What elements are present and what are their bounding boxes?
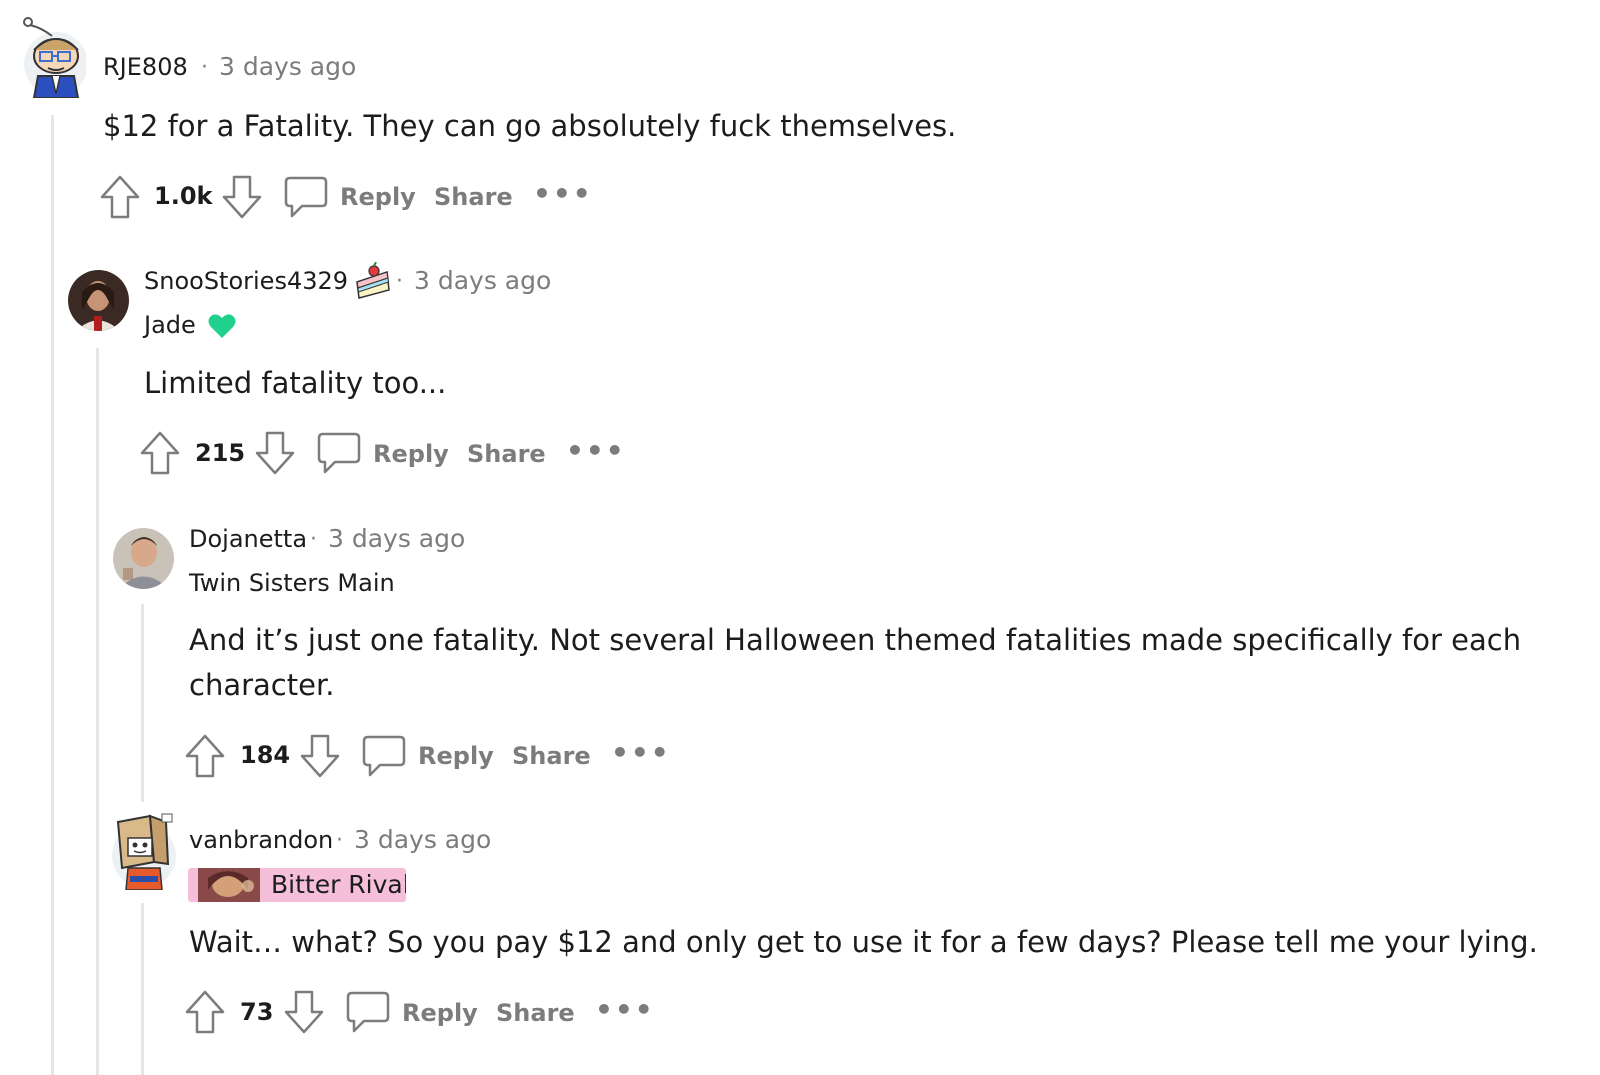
separator-dot: · [396,269,403,294]
reply-icon[interactable] [362,735,406,777]
comment-body: Limited fatality too... [144,366,447,400]
username[interactable]: SnooStories4329 [144,267,348,295]
downvote-icon[interactable] [255,431,295,475]
user-avatar[interactable] [22,16,88,99]
user-avatar[interactable] [68,270,129,331]
thread-line[interactable] [141,903,144,1075]
downvote-icon[interactable] [222,175,262,219]
reply-button[interactable]: Reply [373,440,449,468]
share-button[interactable]: Share [512,742,591,770]
vote-count: 73 [240,998,274,1026]
timestamp[interactable]: 3 days ago [328,524,465,553]
separator-dot: · [201,55,208,80]
vote-count: 215 [195,439,246,467]
reply-icon[interactable] [346,991,390,1033]
flair-image-icon [198,868,260,902]
timestamp[interactable]: 3 days ago [219,52,356,81]
vote-count: 184 [240,741,291,769]
username[interactable]: Dojanetta [189,525,307,553]
comment-body-line: character. [189,668,335,702]
user-flair: Twin Sisters Main [189,569,395,597]
thread-line[interactable] [51,115,54,1075]
thread-line[interactable] [96,348,99,1075]
reply-icon[interactable] [317,432,361,474]
comment-body: $12 for a Fatality. They can go absolute… [103,109,957,143]
comment-body-line: And it’s just one fatality. Not several … [189,623,1522,657]
user-avatar[interactable] [110,812,176,891]
user-flair: Jade [144,311,196,339]
cake-day-icon [356,262,390,299]
downvote-icon[interactable] [300,734,340,778]
upvote-icon[interactable] [185,990,225,1034]
more-options-button[interactable]: ••• [566,437,626,465]
reply-button[interactable]: Reply [402,999,478,1027]
upvote-icon[interactable] [100,175,140,219]
more-options-button[interactable]: ••• [533,180,593,208]
user-avatar[interactable] [113,528,174,589]
upvote-icon[interactable] [185,734,225,778]
more-options-button[interactable]: ••• [611,739,671,767]
username[interactable]: vanbrandon [189,826,333,854]
more-options-button[interactable]: ••• [595,996,655,1024]
username[interactable]: RJE808 [103,53,188,81]
share-button[interactable]: Share [496,999,575,1027]
user-flair-badge: Bitter Rival [188,868,406,902]
comment-body: Wait… what? So you pay $12 and only get … [189,925,1538,959]
reply-button[interactable]: Reply [418,742,494,770]
timestamp[interactable]: 3 days ago [414,266,551,295]
separator-dot: · [310,527,317,552]
downvote-icon[interactable] [284,990,324,1034]
thread-line[interactable] [141,604,144,802]
user-flair: Bitter Rival [271,870,406,899]
separator-dot: · [336,828,343,853]
timestamp[interactable]: 3 days ago [354,825,491,854]
share-button[interactable]: Share [434,183,513,211]
upvote-icon[interactable] [140,431,180,475]
heart-icon [208,314,236,338]
vote-count: 1.0k [154,182,213,210]
reply-icon[interactable] [284,176,328,218]
reply-button[interactable]: Reply [340,183,416,211]
share-button[interactable]: Share [467,440,546,468]
